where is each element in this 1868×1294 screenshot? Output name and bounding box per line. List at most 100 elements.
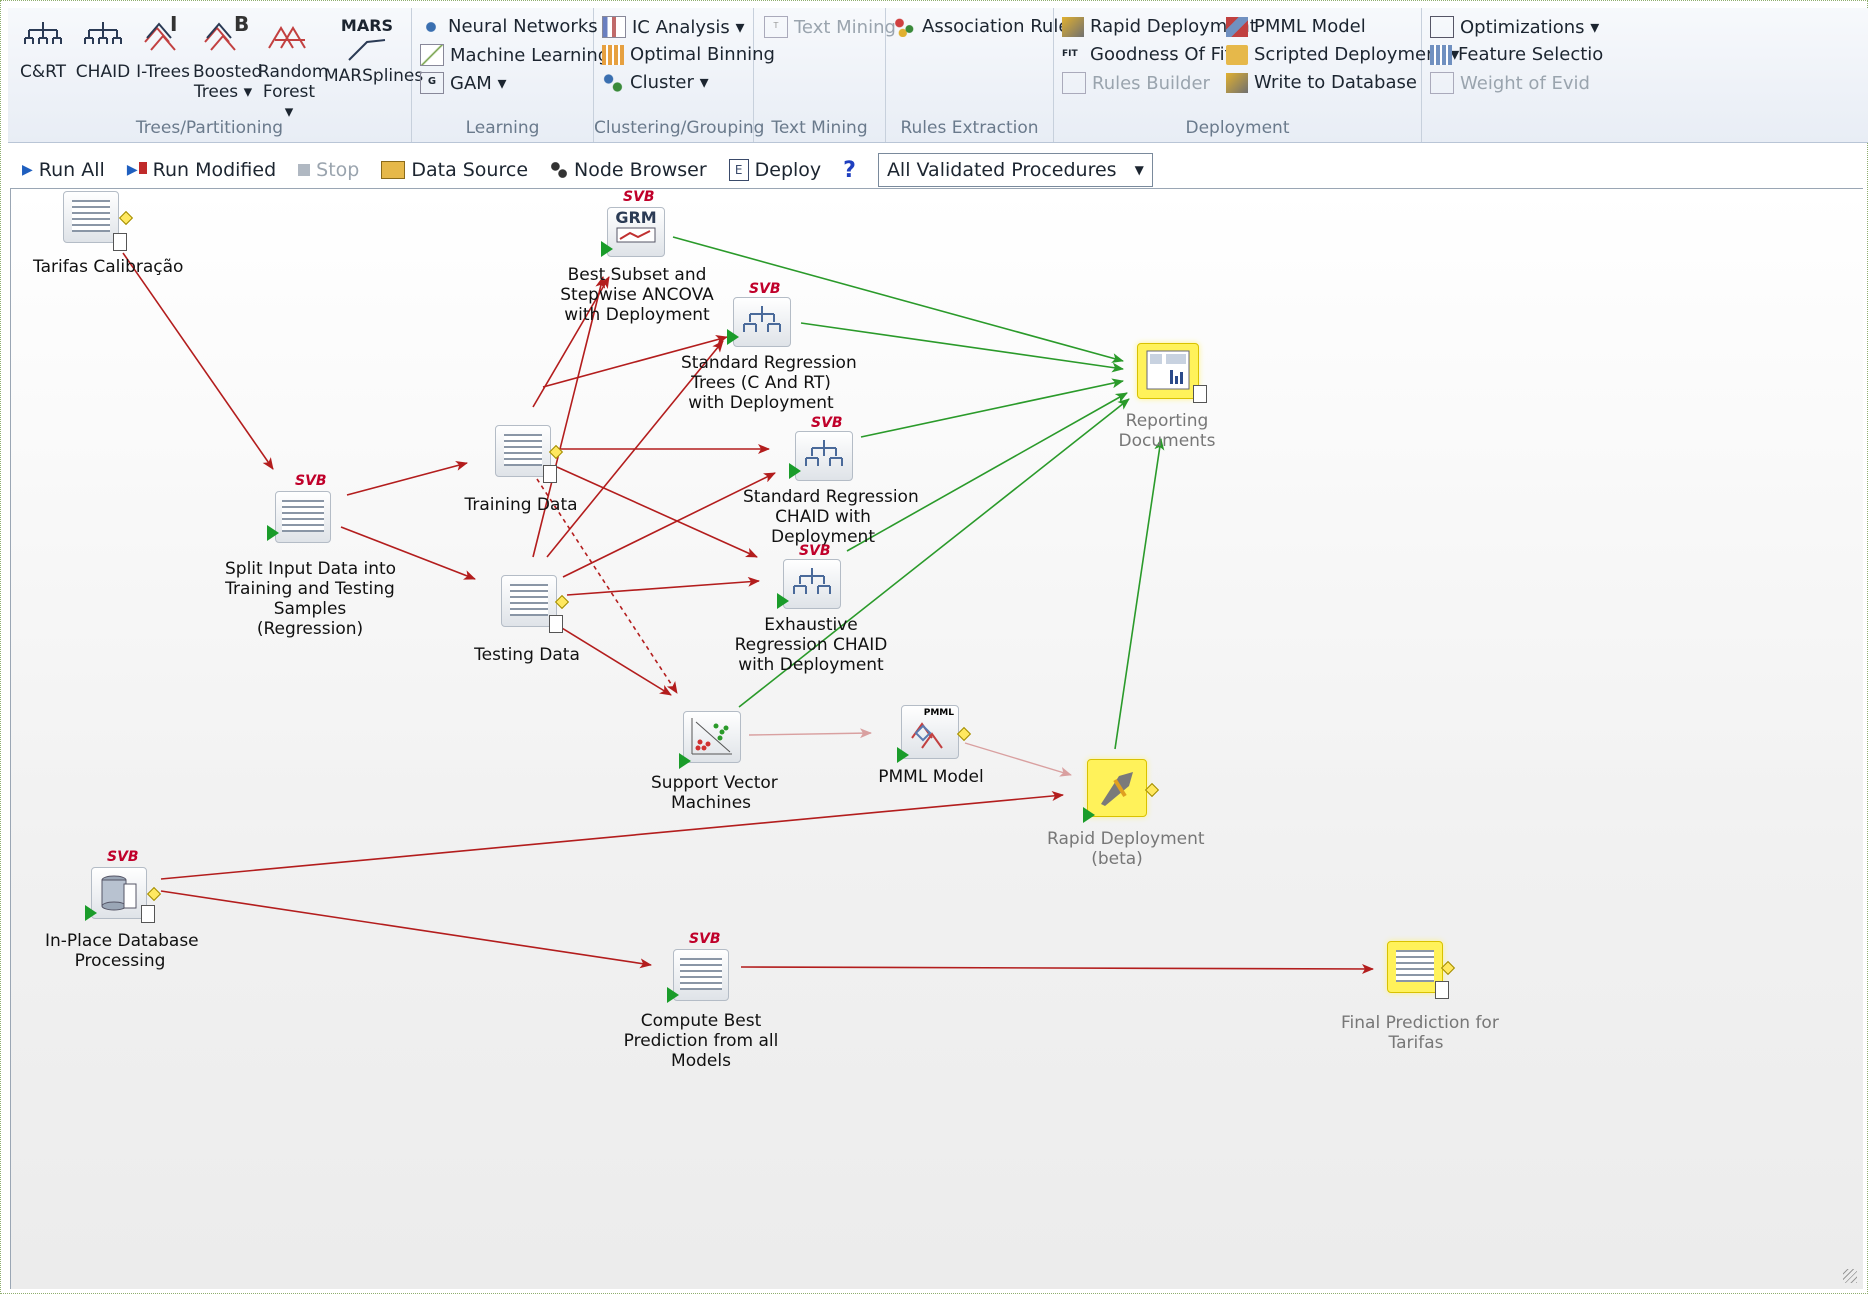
node-label: Support Vector Machines (651, 773, 778, 813)
svb-badge: SVB (811, 415, 843, 431)
folder-icon (1226, 44, 1248, 65)
crt-label: C&RT (19, 62, 67, 82)
ic-analysis-icon (602, 16, 626, 38)
pmml-icon (1226, 16, 1248, 37)
i-trees-badge: I (170, 12, 178, 36)
report-icon (549, 615, 563, 633)
data-source-label: Data Source (411, 159, 529, 181)
optimizations-group: Optimizations ▾ Feature Selectio Weight … (1422, 8, 1868, 142)
random-forest-button[interactable]: Random Forest ▾ (256, 18, 329, 122)
learning-group-label: Learning (465, 118, 540, 138)
scatter-icon (420, 44, 444, 66)
marsplines-button[interactable]: MARS MARSplines (324, 16, 423, 86)
connection-arrow (740, 963, 1374, 974)
input-port-icon (679, 753, 691, 769)
pmml-model-button[interactable]: PMML Model (1226, 16, 1366, 37)
report-icon (141, 905, 155, 923)
scatter-plot-icon (683, 711, 741, 763)
cluster-icon (602, 72, 624, 93)
gam-button[interactable]: G GAM ▾ (420, 72, 507, 94)
ensemble-tree-icon (144, 22, 176, 51)
connection-arrow (748, 728, 872, 739)
text-mining-group-label: Text Mining (771, 118, 868, 138)
random-forest-label: Random Forest ▾ (258, 62, 329, 122)
connection-arrow (160, 791, 1064, 880)
node-label: Testing Data (474, 645, 580, 665)
stop-button[interactable]: Stop (298, 159, 359, 181)
chaid-label: CHAID (75, 62, 131, 82)
deploy-button[interactable]: E Deploy (728, 159, 821, 181)
tree-icon (733, 297, 791, 347)
report-chart-icon (1137, 343, 1199, 399)
fit-icon: FIT (1062, 48, 1078, 59)
compute-icon (673, 949, 729, 1001)
deploy-icon: E (728, 159, 749, 181)
feature-selection-label: Feature Selectio (1458, 44, 1604, 65)
run-all-button[interactable]: ▶ Run All (22, 159, 105, 181)
weight-of-evidence-button[interactable]: Weight of Evid (1430, 72, 1590, 94)
association-icon (894, 16, 916, 37)
crt-button[interactable]: C&RT (16, 18, 70, 82)
node-label: Standard Regression Trees (C And RT) with … (681, 353, 857, 413)
procedures-dropdown-value: All Validated Procedures (886, 159, 1117, 181)
write-to-database-button[interactable]: Write to Database (1226, 72, 1417, 93)
text-mining-label: Text Mining (794, 16, 896, 38)
deployment-group-label: Deployment (1185, 118, 1290, 138)
input-port-icon (1083, 807, 1095, 823)
write-to-database-label: Write to Database (1254, 72, 1417, 93)
data-source-button[interactable]: Data Source (381, 159, 528, 181)
mars-badge: MARS (340, 16, 394, 35)
report-icon (1193, 385, 1207, 403)
rules-extraction-group: Association Rules Rules Extraction (886, 8, 1079, 142)
node-label: Compute Best Prediction from all Models (623, 1011, 779, 1071)
run-modified-button[interactable]: ▶ Run Modified (127, 159, 276, 181)
cluster-button[interactable]: Cluster ▾ (602, 72, 709, 93)
i-trees-label: I-Trees (136, 62, 190, 82)
learning-group: Neural Networks ▾ Machine Learning ▾ G GA… (412, 8, 624, 142)
optimizations-button[interactable]: Optimizations ▾ (1430, 16, 1599, 38)
ribbon: C&RT CHAID I-Trees I Boosted Trees ▾ B R… (8, 8, 1868, 143)
ic-analysis-button[interactable]: IC Analysis ▾ (602, 16, 745, 38)
database-write-icon (1226, 72, 1248, 93)
neural-network-icon (420, 16, 442, 37)
node-label: In-Place Database Processing (45, 931, 199, 971)
cluster-label: Cluster ▾ (630, 72, 709, 93)
chaid-button[interactable]: CHAID (72, 18, 134, 82)
help-button[interactable]: ? (843, 158, 856, 183)
svb-badge: SVB (799, 543, 831, 559)
rules-builder-button[interactable]: Rules Builder (1062, 72, 1210, 94)
workspace-canvas[interactable]: Tarifas Calibração SVB Split Input Data … (10, 188, 1863, 1289)
rules-group-label: Rules Extraction (900, 118, 1039, 138)
node-browser-button[interactable]: Node Browser (550, 159, 707, 181)
tree-icon (795, 431, 853, 481)
workspace-toolbar: ▶ Run All ▶ Run Modified Stop Data Sourc… (22, 152, 1862, 188)
input-port-icon (727, 329, 739, 345)
neural-networks-button[interactable]: Neural Networks ▾ (420, 16, 612, 37)
weight-of-evidence-icon (1430, 72, 1454, 94)
gam-icon: G (420, 72, 444, 94)
resize-grip-icon[interactable] (1843, 1269, 1857, 1283)
pmml-icon: PMML (901, 705, 959, 759)
feature-selection-icon (1430, 44, 1452, 65)
report-icon (543, 465, 557, 483)
tree-icon (84, 22, 122, 44)
folder-open-icon (381, 161, 406, 179)
run-modified-label: Run Modified (152, 159, 277, 181)
chevron-down-icon: ▼ (1134, 163, 1144, 177)
i-trees-button[interactable]: I-Trees (134, 18, 192, 82)
connection-arrow (860, 378, 1124, 438)
feature-selection-button[interactable]: Feature Selectio (1430, 44, 1603, 65)
trees-partitioning-group: C&RT CHAID I-Trees I Boosted Trees ▾ B R… (8, 8, 423, 142)
connection-arrow (566, 576, 760, 596)
svb-badge: SVB (295, 473, 327, 489)
svb-badge: SVB (107, 849, 139, 865)
goodness-of-fit-button[interactable]: FIT Goodness Of Fit ▾ (1062, 44, 1246, 65)
association-rules-button[interactable]: Association Rules (894, 16, 1079, 37)
optimal-binning-button[interactable]: Optimal Binning (602, 44, 775, 65)
node-browser-label: Node Browser (574, 159, 707, 181)
run-all-label: Run All (38, 159, 105, 181)
connection-arrow (556, 466, 758, 558)
run-modified-icon: ▶ (127, 162, 147, 178)
text-mining-button[interactable]: T Text Mining (764, 16, 896, 38)
procedures-dropdown[interactable]: All Validated Procedures ▼ (877, 153, 1153, 187)
